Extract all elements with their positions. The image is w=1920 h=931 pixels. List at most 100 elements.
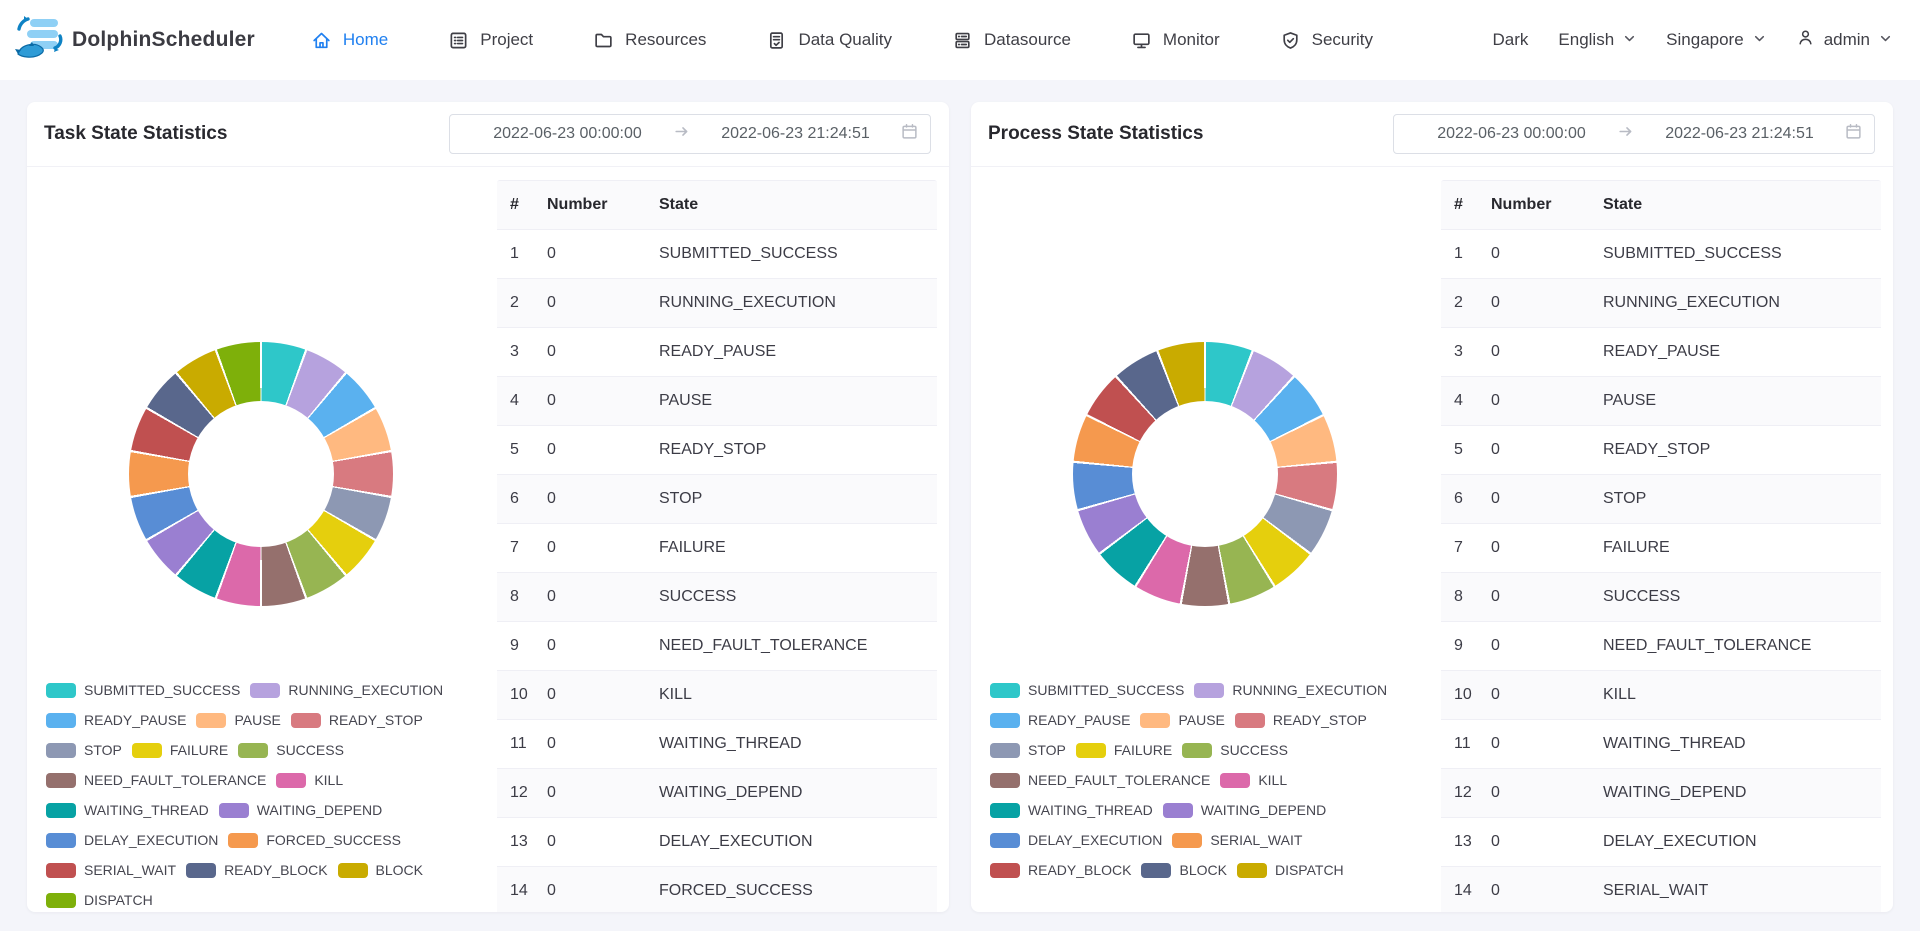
nav-item-monitor[interactable]: Monitor <box>1131 30 1220 51</box>
end-date-value[interactable]: 2022-06-23 21:24:51 <box>690 125 901 143</box>
nav-label: Datasource <box>984 30 1071 50</box>
legend-item[interactable]: NEED_FAULT_TOLERANCE <box>46 772 266 788</box>
row-index: 2 <box>497 294 547 312</box>
table-row: 90NEED_FAULT_TOLERANCE <box>497 622 937 671</box>
legend-item[interactable]: READY_PAUSE <box>46 712 186 728</box>
column-header: State <box>1603 196 1881 214</box>
legend-item[interactable]: WAITING_DEPEND <box>1163 802 1327 818</box>
legend-item[interactable]: READY_PAUSE <box>990 712 1130 728</box>
legend-label: NEED_FAULT_TOLERANCE <box>84 772 266 788</box>
legend-item[interactable]: SERIAL_WAIT <box>46 862 176 878</box>
row-index: 13 <box>1441 833 1491 851</box>
monitor-icon <box>1131 30 1152 51</box>
legend-item[interactable]: SUCCESS <box>238 742 344 758</box>
legend-swatch <box>990 863 1020 878</box>
project-icon <box>448 30 469 51</box>
legend-item[interactable]: READY_BLOCK <box>186 862 327 878</box>
legend-item[interactable]: DELAY_EXECUTION <box>46 832 218 848</box>
date-range-picker[interactable]: 2022-06-23 00:00:00 2022-06-23 21:24:51 <box>449 114 931 154</box>
nav-label: Resources <box>625 30 706 50</box>
language-dropdown[interactable]: English <box>1558 30 1636 50</box>
nav-item-resources[interactable]: Resources <box>593 30 706 51</box>
legend-item[interactable]: WAITING_DEPEND <box>219 802 383 818</box>
process-state-donut-chart[interactable] <box>1073 342 1337 606</box>
legend-label: SERIAL_WAIT <box>84 862 176 878</box>
panel-header: Process State Statistics 2022-06-23 00:0… <box>971 102 1893 167</box>
legend-item[interactable]: READY_STOP <box>1235 712 1367 728</box>
task-state-donut-chart[interactable] <box>129 342 393 606</box>
column-header: Number <box>547 196 659 214</box>
legend-swatch <box>46 773 76 788</box>
end-date-value[interactable]: 2022-06-23 21:24:51 <box>1634 125 1845 143</box>
nav-item-datasource[interactable]: Datasource <box>952 30 1071 51</box>
user-menu[interactable]: admin <box>1796 28 1892 52</box>
legend-swatch <box>46 863 76 878</box>
row-state: READY_PAUSE <box>659 343 937 361</box>
legend-item[interactable]: NEED_FAULT_TOLERANCE <box>990 772 1210 788</box>
legend-item[interactable]: FORCED_SUCCESS <box>228 832 401 848</box>
chevron-down-icon <box>1879 30 1892 50</box>
legend-item[interactable]: FAILURE <box>1076 742 1172 758</box>
start-date-value[interactable]: 2022-06-23 00:00:00 <box>462 125 673 143</box>
row-index: 14 <box>497 882 547 900</box>
legend-item[interactable]: PAUSE <box>196 712 280 728</box>
legend-item[interactable]: STOP <box>46 742 122 758</box>
row-number: 0 <box>547 833 659 851</box>
row-state: WAITING_THREAD <box>1603 735 1881 753</box>
legend-item[interactable]: WAITING_THREAD <box>990 802 1153 818</box>
legend-item[interactable]: DELAY_EXECUTION <box>990 832 1162 848</box>
legend-item[interactable]: RUNNING_EXECUTION <box>250 682 443 698</box>
legend-item[interactable]: KILL <box>1220 772 1287 788</box>
theme-toggle[interactable]: Dark <box>1493 30 1529 50</box>
date-range-picker[interactable]: 2022-06-23 00:00:00 2022-06-23 21:24:51 <box>1393 114 1875 154</box>
row-number: 0 <box>1491 637 1603 655</box>
timezone-dropdown[interactable]: Singapore <box>1666 30 1766 50</box>
legend-item[interactable]: FAILURE <box>132 742 228 758</box>
legend-swatch <box>196 713 226 728</box>
legend-item[interactable]: DISPATCH <box>46 892 153 908</box>
legend-item[interactable]: STOP <box>990 742 1066 758</box>
username: admin <box>1824 30 1870 50</box>
legend-item[interactable]: SUBMITTED_SUCCESS <box>46 682 240 698</box>
legend-item[interactable]: PAUSE <box>1140 712 1224 728</box>
legend-item[interactable]: WAITING_THREAD <box>46 802 209 818</box>
table-row: 30READY_PAUSE <box>1441 328 1881 377</box>
brand[interactable]: DolphinScheduler <box>14 12 255 69</box>
shield-check-icon <box>1280 30 1301 51</box>
legend-item[interactable]: READY_STOP <box>291 712 423 728</box>
legend-item[interactable]: BLOCK <box>1141 862 1226 878</box>
nav-item-security[interactable]: Security <box>1280 30 1373 51</box>
table-row: 140SERIAL_WAIT <box>1441 867 1881 912</box>
table-row: 20RUNNING_EXECUTION <box>497 279 937 328</box>
task-state-statistics-panel: Task State Statistics 2022-06-23 00:00:0… <box>27 102 949 912</box>
top-right-controls: Dark English Singapore admin <box>1493 28 1893 52</box>
state-table-header: #NumberState <box>1441 181 1881 230</box>
legend-item[interactable]: SUBMITTED_SUCCESS <box>990 682 1184 698</box>
calendar-icon <box>1845 123 1862 145</box>
data-quality-icon <box>766 30 787 51</box>
timezone-value: Singapore <box>1666 30 1744 50</box>
panel-header: Task State Statistics 2022-06-23 00:00:0… <box>27 102 949 167</box>
legend-item[interactable]: KILL <box>276 772 343 788</box>
legend-swatch <box>1141 863 1171 878</box>
task-state-table: #NumberState 10SUBMITTED_SUCCESS20RUNNIN… <box>497 180 937 912</box>
legend-item[interactable]: BLOCK <box>338 862 423 878</box>
legend-swatch <box>219 803 249 818</box>
row-index: 8 <box>497 588 547 606</box>
legend-item[interactable]: SUCCESS <box>1182 742 1288 758</box>
nav-item-project[interactable]: Project <box>448 30 533 51</box>
nav-item-home[interactable]: Home <box>311 30 388 51</box>
row-index: 14 <box>1441 882 1491 900</box>
row-index: 7 <box>497 539 547 557</box>
legend-swatch <box>990 683 1020 698</box>
legend-item[interactable]: SERIAL_WAIT <box>1172 832 1302 848</box>
legend-item[interactable]: RUNNING_EXECUTION <box>1194 682 1387 698</box>
legend-item[interactable]: DISPATCH <box>1237 862 1344 878</box>
legend-item[interactable]: READY_BLOCK <box>990 862 1131 878</box>
legend-label: SERIAL_WAIT <box>1210 832 1302 848</box>
nav-item-data-quality[interactable]: Data Quality <box>766 30 892 51</box>
legend-swatch <box>338 863 368 878</box>
calendar-icon <box>901 123 918 145</box>
row-number: 0 <box>547 441 659 459</box>
start-date-value[interactable]: 2022-06-23 00:00:00 <box>1406 125 1617 143</box>
